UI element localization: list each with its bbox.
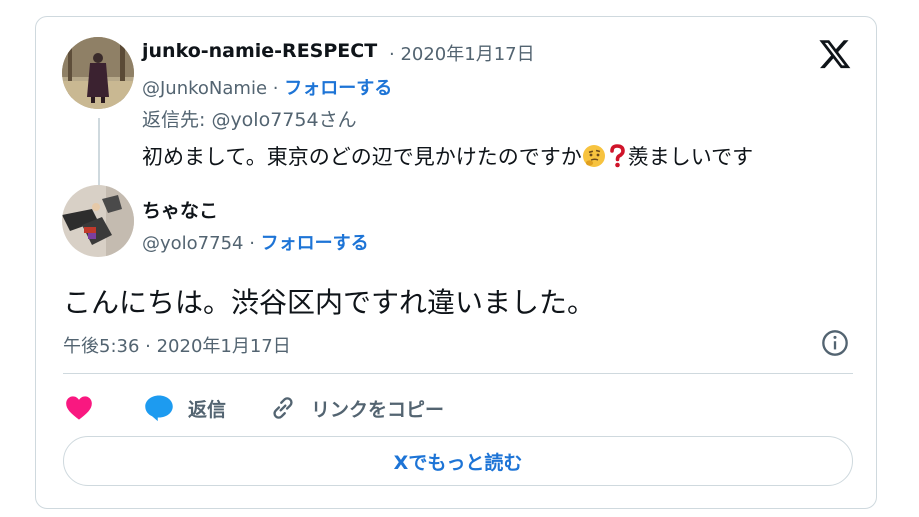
question-mark-icon <box>606 144 628 173</box>
reply-handle[interactable]: @yolo7754 · <box>142 233 255 254</box>
parent-handle[interactable]: @JunkoNamie · <box>142 78 278 99</box>
like-button[interactable] <box>65 393 93 423</box>
reply-label: 返信 <box>188 398 227 421</box>
thinking-face-icon <box>582 144 606 173</box>
parent-handle-line: @JunkoNamie · フォローする <box>142 74 392 100</box>
divider <box>63 373 853 374</box>
info-icon[interactable] <box>821 329 849 357</box>
tweet-text: こんにちは。渋谷区内ですれ違いました。 <box>63 286 596 319</box>
reply-to-line[interactable]: 返信先: @yolo7754さん <box>142 105 357 132</box>
speech-bubble-icon <box>145 395 173 422</box>
parent-display-name[interactable]: junko-namie-RESPECT <box>142 40 377 62</box>
x-logo-icon[interactable] <box>818 37 852 71</box>
parent-text-start: 初めまして。東京のどの辺で見かけたのですか <box>142 145 582 169</box>
reply-display-name[interactable]: ちゃなこ <box>142 196 218 223</box>
copy-link-label: リンクをコピー <box>311 398 445 421</box>
embedded-tweet-card: junko-namie-RESPECT · 2020年1月17日 @JunkoN… <box>35 16 877 509</box>
copy-link-button[interactable]: リンクをコピー <box>269 393 444 423</box>
avatar[interactable] <box>62 185 134 257</box>
reply-handle-line: @yolo7754 · フォローする <box>142 229 369 255</box>
heart-icon <box>66 396 92 420</box>
parent-date[interactable]: · 2020年1月17日 <box>389 40 535 66</box>
parent-tweet-text: 初めまして。東京のどの辺で見かけたのですか 羨ましいです <box>142 141 753 173</box>
link-icon <box>273 397 293 419</box>
reply-follow-button[interactable]: フォローする <box>261 233 369 254</box>
reply-button[interactable]: 返信 <box>144 393 226 423</box>
read-more-button[interactable]: Xでもっと読む <box>63 436 853 486</box>
avatar[interactable] <box>62 37 134 109</box>
parent-text-end: 羨ましいです <box>627 145 754 169</box>
tweet-timestamp[interactable]: 午後5:36 · 2020年1月17日 <box>63 332 291 358</box>
parent-follow-button[interactable]: フォローする <box>284 78 392 99</box>
